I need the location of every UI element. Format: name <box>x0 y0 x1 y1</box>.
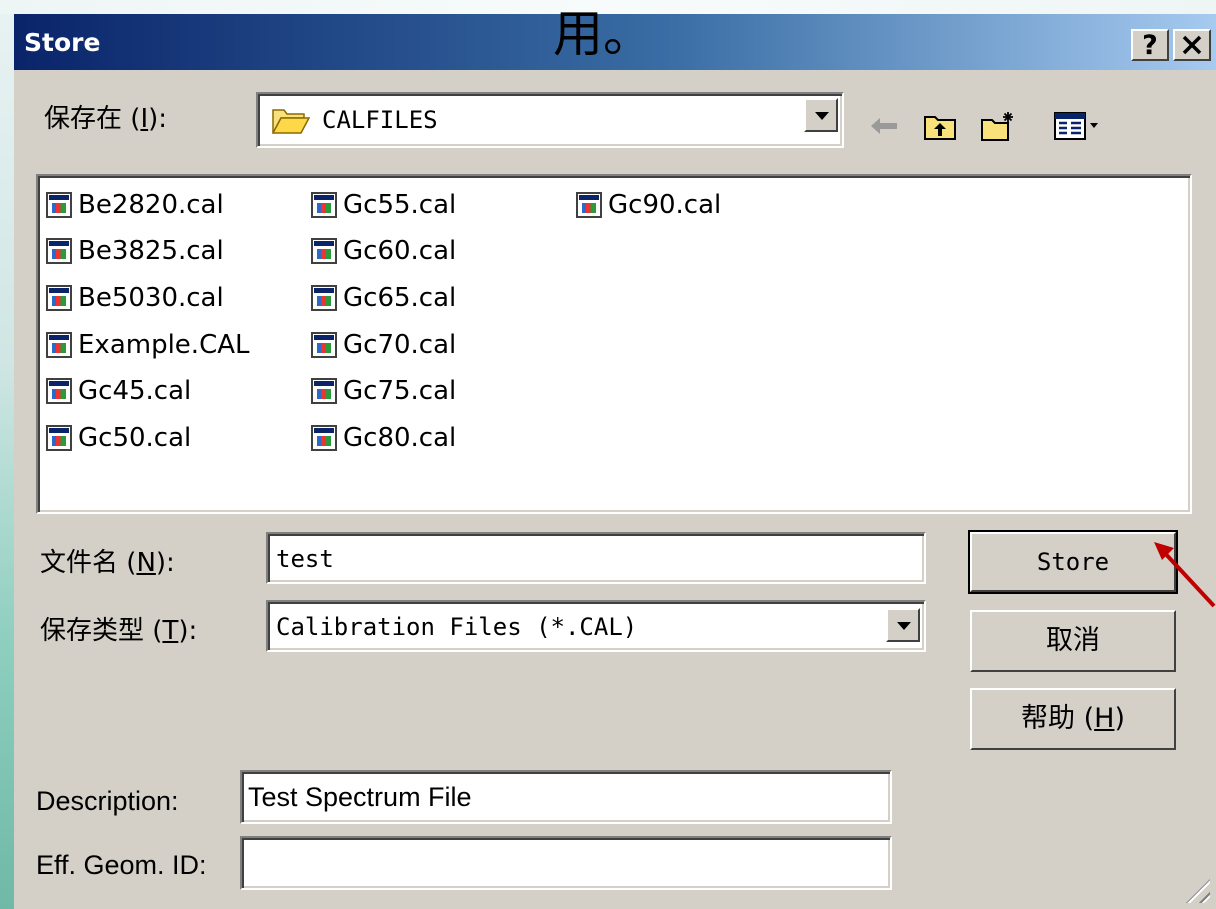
file-list[interactable]: Be2820.cal Be3825.cal Be5030.cal Example… <box>36 174 1192 514</box>
cal-file-icon <box>46 425 72 451</box>
up-folder-button[interactable] <box>920 106 960 146</box>
new-folder-button[interactable] <box>978 106 1018 146</box>
filetype-value: Calibration Files (*.CAL) <box>276 613 638 641</box>
save-in-folder-name: CALFILES <box>322 106 438 134</box>
close-icon <box>1182 35 1202 55</box>
description-value: Test Spectrum File <box>248 782 472 812</box>
filetype-select[interactable]: Calibration Files (*.CAL) <box>266 600 926 652</box>
list-item[interactable]: Be5030.cal <box>46 277 224 319</box>
filename-field[interactable]: test <box>266 532 926 584</box>
help-hotkey: H <box>1094 703 1115 734</box>
help-button-label: 帮助 <box>1021 703 1075 734</box>
file-name: Gc55.cal <box>343 190 457 220</box>
cal-file-icon <box>46 378 72 404</box>
file-name: Example.CAL <box>78 330 250 360</box>
file-name: Gc45.cal <box>78 376 192 406</box>
store-dialog: Store ? 保存在 (I): CALFILES Be2820.cal Be3… <box>14 14 1216 909</box>
filename-value: test <box>276 545 334 573</box>
list-item[interactable]: Gc50.cal <box>46 417 191 459</box>
save-in-label: 保存在 (I): <box>44 104 168 134</box>
file-name: Be3825.cal <box>78 236 224 266</box>
view-menu-button[interactable] <box>1048 106 1108 146</box>
description-field[interactable]: Test Spectrum File <box>240 770 892 824</box>
description-label: Description: <box>36 786 179 816</box>
filetype-label: 保存类型 (T): <box>40 616 198 646</box>
file-name: Gc50.cal <box>78 423 192 453</box>
list-item[interactable]: Gc60.cal <box>311 230 456 272</box>
list-item[interactable]: Gc80.cal <box>311 417 456 459</box>
cal-file-icon <box>311 285 337 311</box>
store-button-label: Store <box>1036 548 1110 576</box>
filetype-dropdown-button[interactable] <box>886 608 920 642</box>
file-name: Gc60.cal <box>343 236 457 266</box>
file-name: Gc80.cal <box>343 423 457 453</box>
eff-geom-label: Eff. Geom. ID: <box>36 850 207 880</box>
list-view-icon <box>1054 112 1098 140</box>
cal-file-icon <box>46 238 72 264</box>
list-item[interactable]: Example.CAL <box>46 324 250 366</box>
up-one-level-icon <box>924 116 956 140</box>
cal-file-icon <box>46 285 72 311</box>
folder-icon <box>272 109 310 134</box>
list-item[interactable]: Gc90.cal <box>576 184 721 226</box>
help-caption-button[interactable]: ? <box>1131 29 1169 61</box>
cal-file-icon <box>576 192 602 218</box>
close-button[interactable] <box>1173 29 1211 61</box>
save-in-combo[interactable]: CALFILES <box>256 92 844 148</box>
red-annotation-arrow <box>1154 542 1216 608</box>
back-arrow-icon <box>871 118 897 134</box>
back-button[interactable] <box>864 106 904 146</box>
cancel-button-label: 取消 <box>1046 625 1100 656</box>
new-folder-icon <box>981 112 1013 141</box>
dialog-title: Store <box>24 28 101 57</box>
cal-file-icon <box>46 192 72 218</box>
cal-file-icon <box>311 425 337 451</box>
cal-file-icon <box>311 238 337 264</box>
cal-file-icon <box>311 332 337 358</box>
list-item[interactable]: Gc75.cal <box>311 370 456 412</box>
file-name: Gc65.cal <box>343 283 457 313</box>
background-left-edge <box>0 0 14 909</box>
file-name: Be5030.cal <box>78 283 224 313</box>
list-item[interactable]: Be2820.cal <box>46 184 224 226</box>
list-item[interactable]: Gc45.cal <box>46 370 191 412</box>
cal-file-icon <box>311 378 337 404</box>
file-name: Be2820.cal <box>78 190 224 220</box>
slide-caption: 用。 <box>553 5 653 63</box>
save-in-dropdown-button[interactable] <box>804 98 838 132</box>
cal-file-icon <box>311 192 337 218</box>
cancel-button[interactable]: 取消 <box>970 610 1176 672</box>
list-item[interactable]: Gc70.cal <box>311 324 456 366</box>
list-item[interactable]: Gc55.cal <box>311 184 456 226</box>
eff-geom-field[interactable] <box>240 836 892 890</box>
resize-grip[interactable] <box>1186 879 1210 903</box>
list-item[interactable]: Be3825.cal <box>46 230 224 272</box>
cal-file-icon <box>46 332 72 358</box>
file-name: Gc70.cal <box>343 330 457 360</box>
file-name: Gc90.cal <box>608 190 722 220</box>
list-item[interactable]: Gc65.cal <box>311 277 456 319</box>
help-button[interactable]: 帮助 (H) <box>970 688 1176 750</box>
file-name: Gc75.cal <box>343 376 457 406</box>
store-button[interactable]: Store <box>968 530 1178 594</box>
filename-label: 文件名 (N): <box>40 548 175 578</box>
